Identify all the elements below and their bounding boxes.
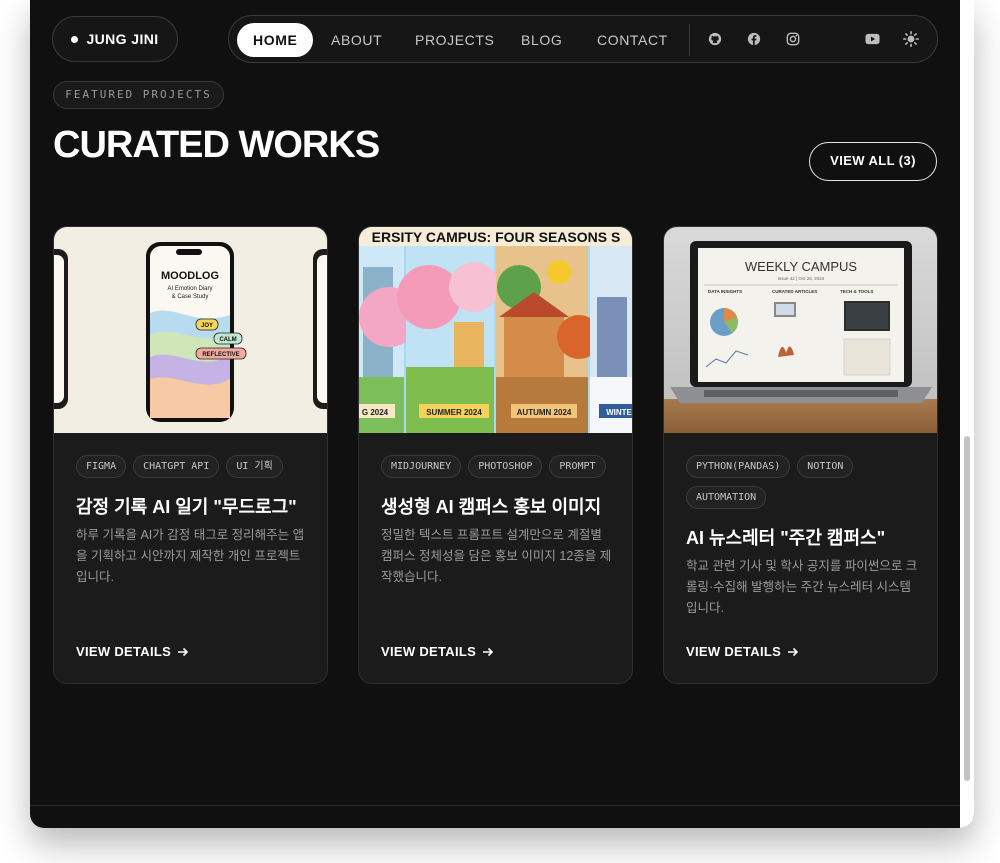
card-description: 정밀한 텍스트 프롬프트 설계만으로 계절별 캠퍼스 정체성을 담은 홍보 이미… bbox=[381, 528, 612, 584]
tag-list: MIDJOURNEY PHOTOSHOP PROMPT bbox=[381, 455, 616, 478]
view-details-link[interactable]: VIEW DETAILS bbox=[76, 644, 189, 659]
arrow-right-icon bbox=[788, 647, 799, 656]
thumb-label-winter: WINTE bbox=[606, 408, 632, 417]
project-thumbnail[interactable]: WEEKLY CAMPUS Issue 42 | Oct 26, 2024 DA… bbox=[664, 227, 937, 433]
tag: UI 기획 bbox=[226, 455, 283, 478]
nav-link-contact[interactable]: CONTACT bbox=[597, 23, 668, 57]
tag-list: FIGMA CHATGPT API UI 기획 bbox=[76, 455, 311, 478]
view-details-label: VIEW DETAILS bbox=[381, 644, 477, 659]
instagram-icon[interactable] bbox=[784, 30, 802, 48]
project-card-newsletter[interactable]: WEEKLY CAMPUS Issue 42 | Oct 26, 2024 DA… bbox=[663, 226, 938, 684]
section-eyebrow: FEATURED PROJECTS bbox=[53, 81, 224, 109]
thumb-issue: Issue 42 | Oct 26, 2024 bbox=[778, 276, 825, 281]
brand-name: JUNG JINI bbox=[86, 31, 159, 47]
theme-toggle-icon[interactable] bbox=[902, 30, 920, 48]
arrow-right-icon bbox=[483, 647, 494, 656]
card-title: 감정 기록 AI 일기 "무드로그" bbox=[76, 497, 297, 517]
tag: NOTION bbox=[797, 455, 854, 478]
view-details-link[interactable]: VIEW DETAILS bbox=[686, 644, 799, 659]
nav-link-projects[interactable]: PROJECTS bbox=[415, 23, 494, 57]
tag: PYTHON(PANDAS) bbox=[686, 455, 791, 478]
footer-divider bbox=[30, 805, 960, 806]
nav-divider bbox=[689, 24, 690, 56]
thumb-label-summer: SUMMER 2024 bbox=[426, 408, 482, 417]
thumb-title: MOODLOG bbox=[161, 270, 219, 282]
card-description: 학교 관련 기사 및 학사 공지를 파이썬으로 크롤링·수집해 발행하는 주간 … bbox=[686, 559, 918, 615]
tag-list: PYTHON(PANDAS) NOTION AUTOMATION bbox=[686, 455, 921, 509]
thumb-label-autumn: AUTUMN 2024 bbox=[517, 408, 572, 417]
view-details-label: VIEW DETAILS bbox=[686, 644, 782, 659]
project-thumbnail[interactable]: MOODLOG AI Emotion Diary & Case Study JO… bbox=[54, 227, 327, 433]
thumb-tag-joy: JOY bbox=[201, 323, 213, 329]
view-all-button[interactable]: VIEW ALL (3) bbox=[809, 142, 937, 181]
tag: MIDJOURNEY bbox=[381, 455, 462, 478]
scrollbar-thumb[interactable] bbox=[964, 436, 970, 781]
youtube-icon[interactable] bbox=[863, 30, 881, 48]
card-title: AI 뉴스레터 "주간 캠퍼스" bbox=[686, 528, 886, 548]
tag: PROMPT bbox=[549, 455, 606, 478]
nav-link-blog[interactable]: BLOG bbox=[521, 23, 562, 57]
tag: CHATGPT API bbox=[133, 455, 220, 478]
section-title: CURATED WORKS bbox=[53, 124, 380, 166]
arrow-right-icon bbox=[178, 647, 189, 656]
thumb-col-2: CURATED ARTICLES bbox=[772, 289, 817, 294]
tag: FIGMA bbox=[76, 455, 127, 478]
thumb-col-1: DATA INSIGHTS bbox=[708, 289, 742, 294]
thumb-label-spring: G 2024 bbox=[362, 408, 389, 417]
thumb-col-3: TECH & TOOLS bbox=[840, 289, 873, 294]
nav-link-about[interactable]: ABOUT bbox=[331, 23, 382, 57]
thumb-subtitle-1: AI Emotion Diary bbox=[167, 286, 212, 292]
thumb-subtitle-2: & Case Study bbox=[172, 294, 209, 300]
facebook-icon[interactable] bbox=[745, 30, 763, 48]
thumb-tag-reflective: REFLECTIVE bbox=[202, 352, 239, 358]
view-details-link[interactable]: VIEW DETAILS bbox=[381, 644, 494, 659]
card-title: 생성형 AI 캠퍼스 홍보 이미지 bbox=[381, 497, 602, 517]
brand-dot bbox=[71, 35, 79, 43]
nav-link-home[interactable]: HOME bbox=[237, 23, 314, 57]
thumb-tag-calm: CALM bbox=[219, 337, 236, 343]
project-thumbnail[interactable]: ERSITY CAMPUS: FOUR SEASONS S G 2024 SUM… bbox=[359, 227, 632, 433]
thumb-banner: ERSITY CAMPUS: FOUR SEASONS S bbox=[372, 229, 621, 245]
browser-window: JUNG JINI HOME ABOUT PROJECTS BLOG CONTA… bbox=[30, 0, 974, 828]
main-nav: HOME ABOUT PROJECTS BLOG CONTACT bbox=[228, 15, 938, 63]
project-card-campus-images[interactable]: ERSITY CAMPUS: FOUR SEASONS S G 2024 SUM… bbox=[358, 226, 633, 684]
thumb-title: WEEKLY CAMPUS bbox=[745, 259, 858, 274]
tag: PHOTOSHOP bbox=[468, 455, 543, 478]
brand-logo[interactable]: JUNG JINI bbox=[52, 16, 178, 62]
card-description: 하루 기록을 AI가 감정 태그로 정리해주는 앱을 기획하고 시안까지 제작한… bbox=[76, 528, 305, 584]
tag: AUTOMATION bbox=[686, 486, 767, 509]
project-card-moodlog[interactable]: MOODLOG AI Emotion Diary & Case Study JO… bbox=[53, 226, 328, 684]
view-details-label: VIEW DETAILS bbox=[76, 644, 172, 659]
github-icon[interactable] bbox=[706, 30, 724, 48]
